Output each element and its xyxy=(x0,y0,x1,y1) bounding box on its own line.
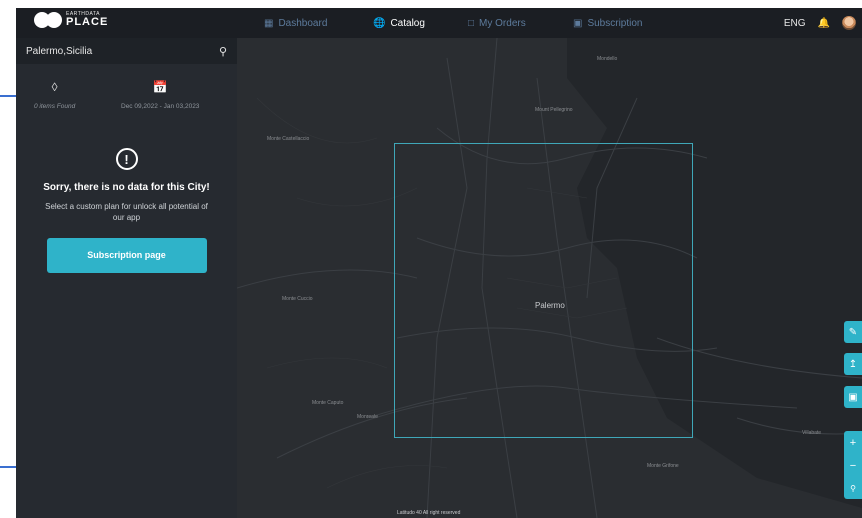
nav-subscription[interactable]: ▣ Subscription xyxy=(573,8,642,38)
footer-copyright: Latitudo 40 All right reserved xyxy=(397,510,461,516)
no-data-title: Sorry, there is no data for this City! xyxy=(43,182,210,193)
layers-icon: ◊ xyxy=(51,80,58,94)
top-navigation-bar: EARTHDATA PLACE ▦ Dashboard 🌐 Catalog □ … xyxy=(16,8,862,38)
no-data-message: ! Sorry, there is no data for this City!… xyxy=(16,148,237,273)
language-selector[interactable]: ENG xyxy=(784,18,806,29)
folder-icon: □ xyxy=(468,17,475,29)
map-label-3: Monte Caputo xyxy=(312,400,344,406)
selection-area-box[interactable] xyxy=(394,143,693,438)
layers-button[interactable]: ▣ xyxy=(844,386,862,408)
map-label-1: Monte Castellaccio xyxy=(267,136,310,142)
search-bar[interactable]: Palermo,Sicilia ⚲ xyxy=(16,38,237,64)
subscription-page-button[interactable]: Subscription page xyxy=(46,237,207,273)
annotation-line-top xyxy=(0,95,16,97)
no-data-subtitle: Select a custom plan for unlock all pote… xyxy=(45,202,208,222)
items-found-stat: ◊ 0 items Found xyxy=(34,80,75,110)
alert-icon: ! xyxy=(115,148,138,170)
date-range-stat[interactable]: 📅 Dec 09,2022 - Jan 03,2023 xyxy=(121,80,199,110)
map-view[interactable]: Monte Castellaccio Monte Cuccio Monte Ca… xyxy=(237,38,862,518)
search-input[interactable]: Palermo,Sicilia xyxy=(26,46,92,57)
logo-big-text: PLACE xyxy=(66,16,109,28)
nav-dashboard-label: Dashboard xyxy=(278,17,328,29)
annotation-line-bottom xyxy=(0,466,16,468)
app-logo[interactable]: EARTHDATA PLACE xyxy=(34,12,108,28)
nav-my-orders-label: My Orders xyxy=(479,17,526,29)
nav-dashboard[interactable]: ▦ Dashboard xyxy=(264,8,327,38)
subscription-icon: ▣ xyxy=(573,17,583,29)
map-label-2: Monte Cuccio xyxy=(282,296,313,302)
nav-my-orders[interactable]: □ My Orders xyxy=(468,8,526,38)
nav-catalog-label: Catalog xyxy=(390,17,425,29)
upload-icon: ↥ xyxy=(848,358,858,370)
dashboard-icon: ▦ xyxy=(264,17,274,29)
upload-button[interactable]: ↥ xyxy=(844,353,862,375)
zoom-in-button[interactable]: + xyxy=(850,437,856,449)
bell-icon[interactable]: 🔔 xyxy=(818,18,830,29)
avatar[interactable] xyxy=(842,16,856,30)
nav-catalog[interactable]: 🌐 Catalog xyxy=(373,8,425,38)
logo-mark-icon xyxy=(34,12,62,28)
header-tools: ENG 🔔 xyxy=(784,8,856,38)
zoom-controls: + − ⚲ xyxy=(844,431,862,499)
map-label-5: Monte Grifone xyxy=(647,463,679,469)
date-range-label: Dec 09,2022 - Jan 03,2023 xyxy=(121,103,200,110)
search-icon[interactable]: ⚲ xyxy=(219,45,227,58)
box-icon: ▣ xyxy=(848,391,858,403)
pencil-icon: ✎ xyxy=(848,326,858,338)
items-found-label: 0 items Found xyxy=(34,103,76,110)
calendar-icon: 📅 xyxy=(152,80,168,94)
draw-tool-button[interactable]: ✎ xyxy=(844,321,862,343)
sidebar: Palermo,Sicilia ⚲ ◊ 0 items Found 📅 Dec … xyxy=(16,38,237,518)
map-label-8: Mount Pellegrino xyxy=(535,107,573,113)
map-label-4: Monreale xyxy=(357,414,378,420)
globe-icon: 🌐 xyxy=(373,17,386,29)
zoom-fit-icon[interactable]: ⚲ xyxy=(850,484,856,493)
map-label-6: Villabate xyxy=(802,430,822,436)
nav-subscription-label: Subscription xyxy=(587,17,643,29)
zoom-out-button[interactable]: − xyxy=(850,460,856,472)
app-window: EARTHDATA PLACE ▦ Dashboard 🌐 Catalog □ … xyxy=(16,8,862,518)
map-label-7: Mondello xyxy=(597,56,618,62)
